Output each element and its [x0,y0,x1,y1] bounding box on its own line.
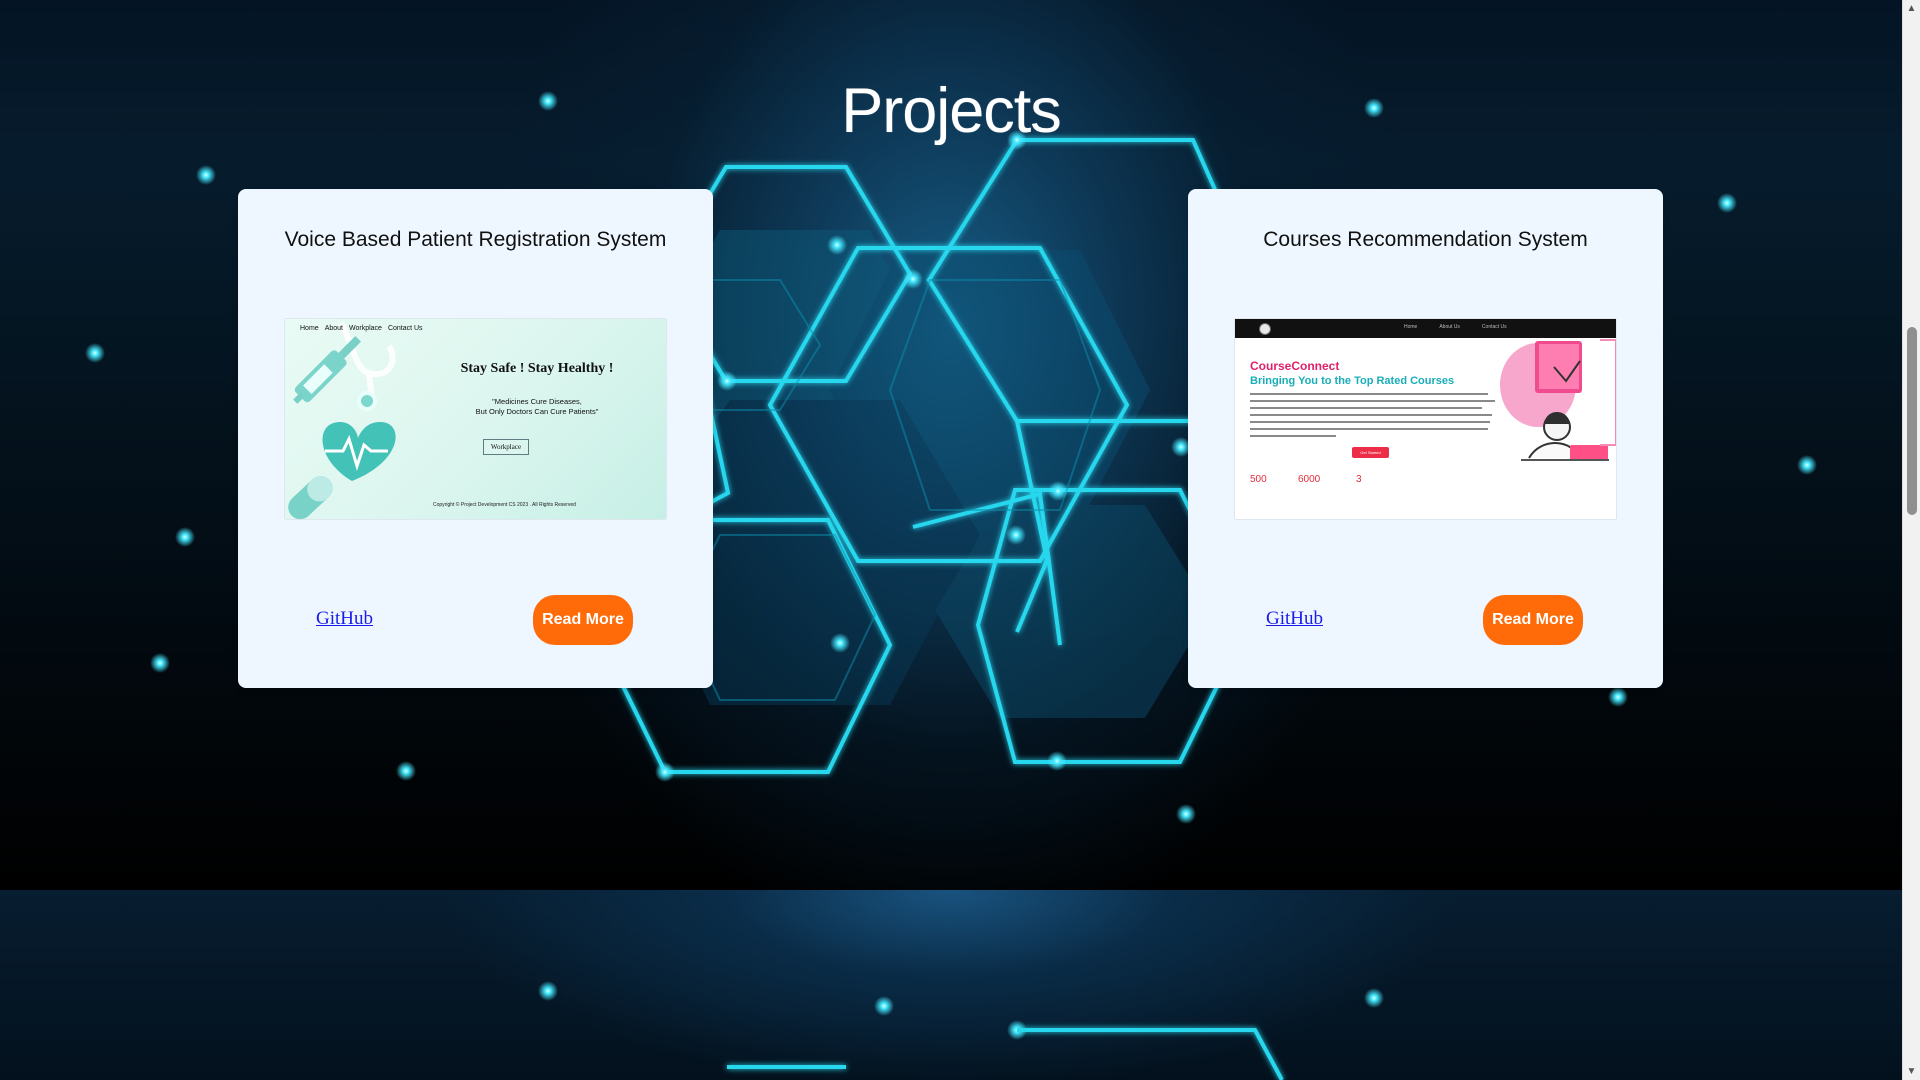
page-scrollbar[interactable]: ▲ ▼ [1902,0,1920,1080]
preview-copyright: Copyright © Project Development CS 2023 … [433,502,576,508]
github-link[interactable]: GitHub [1266,606,1323,632]
read-more-button[interactable]: Read More [1483,595,1583,645]
project-title: Courses Recommendation System [1263,228,1588,251]
hexagon-shadows [630,230,1210,718]
projects-section: Projects Voice Based Patient Registratio… [0,0,1902,890]
medical-illustration [288,321,396,519]
read-more-button[interactable]: Read More [533,595,633,645]
scroll-up-icon[interactable]: ▲ [1903,0,1920,17]
scroll-thumb[interactable] [1907,327,1917,515]
preview-nav-workplace: Workplace [348,325,382,332]
next-section-background [0,890,1902,1080]
project-card-voice-registration: Voice Based Patient Registration System [238,189,713,688]
preview-headline: Stay Safe ! Stay Healthy ! [460,361,614,376]
projects-page: Projects Voice Based Patient Registratio… [0,0,1902,1080]
course-recommendation-preview: Home About Us Contact Us CourseConnect Bri… [1235,319,1616,519]
student-illustration-icon [1500,339,1616,461]
preview-nav-contact: Contact Us [387,325,423,332]
preview-quote: "Medicines Cure Diseases, But Only Docto… [475,397,599,416]
capsule-icon [288,476,333,519]
github-link[interactable]: GitHub [316,606,373,632]
heart-icon [322,422,396,481]
next-section-hexagon-lines [727,1028,1284,1080]
stethoscope-icon [338,321,396,405]
preview-nav: Home About Workplace Contact Us [300,325,429,332]
project-title: Voice Based Patient Registration System [284,228,667,251]
stethoscope-end-icon [357,391,377,411]
preview-workplace-button: Workplace [483,439,529,455]
page-title: Projects [841,76,1062,146]
syringe-icon [293,335,362,404]
scroll-down-icon[interactable]: ▼ [1903,1063,1920,1080]
project-card-course-recommendation: Courses Recommendation System Home About … [1188,189,1663,688]
next-section-hexagon-background [538,981,1384,1080]
preview-nav-about: About [324,325,343,332]
voice-registration-preview: Home About Workplace Contact Us Stay Safe !… [285,319,666,519]
preview-nav-home: Home [300,325,319,332]
